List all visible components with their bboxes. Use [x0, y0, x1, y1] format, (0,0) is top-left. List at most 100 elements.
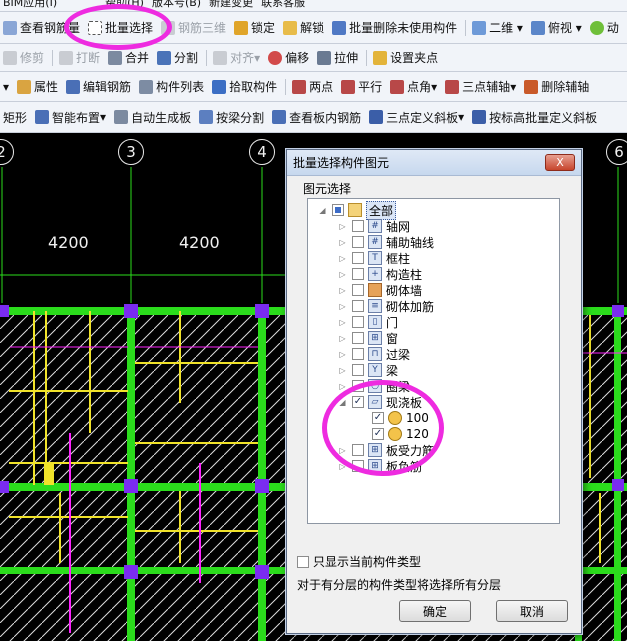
collapse-icon[interactable]: ◢: [318, 206, 327, 215]
unlock-button[interactable]: 解锁: [280, 12, 329, 43]
tree-item-ring-beam[interactable]: ▷ ○ 圈梁: [338, 378, 410, 394]
set-grip-button[interactable]: 设置夹点: [370, 44, 443, 71]
tree-checkbox[interactable]: [352, 236, 364, 248]
menu-help[interactable]: 帮助(H): [102, 0, 149, 8]
trim-button[interactable]: 修剪: [0, 44, 49, 71]
expand-icon[interactable]: ▷: [338, 238, 347, 247]
tree-item-slab[interactable]: ◢ ✓ ▱ 现浇板: [338, 394, 422, 410]
tree-item-beam[interactable]: ▷ Y 梁: [338, 362, 398, 378]
tree-checkbox[interactable]: [352, 300, 364, 312]
expand-icon[interactable]: ▷: [338, 446, 347, 455]
tree-checkbox[interactable]: [352, 252, 364, 264]
tree-item-struct-column[interactable]: ▷ + 构造柱: [338, 266, 422, 282]
tree-checkbox[interactable]: [352, 380, 364, 392]
batch-delete-unused-button[interactable]: 批量删除未使用构件: [329, 12, 462, 43]
menu-new-change[interactable]: 新建变更: [206, 0, 258, 8]
tree-checkbox[interactable]: ✓: [372, 428, 384, 440]
lintel-icon: ⊓: [368, 347, 382, 361]
delete-aux-button[interactable]: 删除辅轴: [521, 72, 594, 101]
point-angle-button[interactable]: 点角 ▾: [387, 72, 442, 101]
expand-icon[interactable]: ▷: [338, 334, 347, 343]
rectangle-button[interactable]: 矩形: [0, 102, 32, 132]
batch-slope-by-elevation-button[interactable]: 按标高批量定义斜板: [469, 102, 602, 132]
menu-contact[interactable]: 联系客服: [258, 0, 310, 8]
expand-icon[interactable]: ▷: [338, 222, 347, 231]
expand-icon[interactable]: ▷: [338, 286, 347, 295]
tree-item-slab-120[interactable]: ✓ 120: [372, 426, 429, 442]
two-point-button[interactable]: 两点: [289, 72, 338, 101]
tree-item-masonry-wall[interactable]: ▷ 砌体墙: [338, 282, 422, 298]
tree-checkbox[interactable]: [352, 364, 364, 376]
dynamic-button[interactable]: 动: [587, 12, 624, 43]
offset-button[interactable]: 偏移: [265, 44, 314, 71]
dimension-label: 4200: [48, 233, 89, 252]
dialog-title-bar[interactable]: 批量选择构件图元: [287, 150, 581, 176]
tree-checkbox[interactable]: [352, 316, 364, 328]
tree-checkbox[interactable]: ✓: [352, 396, 364, 408]
view-top-dropdown[interactable]: 俯视 ▾: [528, 12, 587, 43]
tree-checkbox[interactable]: [352, 268, 364, 280]
tree-checkbox-all[interactable]: [332, 204, 344, 216]
point-angle-icon: [390, 79, 405, 94]
merge-button[interactable]: 合并: [105, 44, 154, 71]
close-button[interactable]: X: [545, 154, 575, 171]
parallel-button[interactable]: 平行: [338, 72, 387, 101]
tree-item-aux-axis[interactable]: ▷ # 辅助轴线: [338, 234, 434, 250]
smart-layout-dropdown[interactable]: 智能布置 ▾: [32, 102, 111, 132]
tree-checkbox[interactable]: [352, 348, 364, 360]
tree-checkbox[interactable]: [352, 460, 364, 472]
tree-item-slab-rebar[interactable]: ▷ ⊞ 板受力筋: [338, 442, 434, 458]
tree-item-slab-100[interactable]: ✓ 100: [372, 410, 429, 426]
view-rebar-button[interactable]: 查看钢筋量: [0, 12, 85, 43]
cancel-button[interactable]: 取消: [496, 600, 568, 622]
expand-icon[interactable]: ▷: [338, 366, 347, 375]
properties-button[interactable]: 属性: [14, 72, 63, 101]
pick-component-button[interactable]: 拾取构件: [209, 72, 282, 101]
expand-icon[interactable]: ▷: [338, 382, 347, 391]
tree-item-frame-column[interactable]: ▷ T 框柱: [338, 250, 410, 266]
tree-checkbox[interactable]: [352, 284, 364, 296]
ok-button[interactable]: 确定: [399, 600, 471, 622]
menu-bim[interactable]: BIM应用(I): [0, 0, 62, 8]
rebar-3d-button[interactable]: 钢筋三维: [158, 12, 231, 43]
component-list-button[interactable]: 构件列表: [136, 72, 209, 101]
view-slab-rebar-button[interactable]: 查看板内钢筋: [269, 102, 366, 132]
edit-rebar-button[interactable]: 编辑钢筋: [63, 72, 136, 101]
tree-checkbox[interactable]: ✓: [372, 412, 384, 424]
batch-select-button[interactable]: 批量选择: [85, 12, 158, 43]
tree-item-neg-rebar[interactable]: ▷ ⊞ 板负筋: [338, 458, 422, 474]
tree-item-grid[interactable]: ▷ # 轴网: [338, 218, 410, 234]
tree-item-masonry-rebar[interactable]: ▷ ≡ 砌体加筋: [338, 298, 434, 314]
expand-icon[interactable]: ▷: [338, 318, 347, 327]
auto-generate-slab-button[interactable]: 自动生成板: [111, 102, 196, 132]
tree-item-lintel[interactable]: ▷ ⊓ 过梁: [338, 346, 410, 362]
only-current-option[interactable]: 只显示当前构件类型: [297, 553, 421, 570]
lock-icon: [234, 20, 249, 35]
collapse-icon[interactable]: ◢: [338, 398, 347, 407]
tree-item-door[interactable]: ▷ ▯ 门: [338, 314, 398, 330]
only-current-checkbox[interactable]: [297, 555, 309, 568]
break-button[interactable]: 打断: [56, 44, 105, 71]
tree-checkbox[interactable]: [352, 332, 364, 344]
tree-checkbox[interactable]: [352, 220, 364, 232]
tree-item-window[interactable]: ▷ ⊞ 窗: [338, 330, 398, 346]
expand-icon[interactable]: ▷: [338, 254, 347, 263]
lock-button[interactable]: 锁定: [231, 12, 280, 43]
expand-icon[interactable]: ▷: [338, 350, 347, 359]
three-point-aux-button[interactable]: 三点辅轴 ▾: [442, 72, 521, 101]
menu-version[interactable]: 版本号(B): [149, 0, 206, 8]
expand-icon[interactable]: ▷: [338, 270, 347, 279]
component-tree[interactable]: ◢ 全部 ▷ # 轴网 ▷ # 辅助轴线 ▷ T 框柱 ▷ + 构造柱 ▷ 砌体…: [307, 198, 560, 524]
expand-icon[interactable]: ▷: [338, 462, 347, 471]
expand-icon[interactable]: ▷: [338, 302, 347, 311]
align-dropdown[interactable]: 对齐 ▾: [210, 44, 265, 71]
three-point-slope-dropdown[interactable]: 三点定义斜板 ▾: [366, 102, 469, 132]
view-2d-dropdown[interactable]: 二维 ▾: [469, 12, 528, 43]
split-by-beam-button[interactable]: 按梁分割: [196, 102, 269, 132]
tree-checkbox[interactable]: [352, 444, 364, 456]
dynamic-icon: [589, 20, 604, 35]
stretch-button[interactable]: 拉伸: [314, 44, 363, 71]
split-button[interactable]: 分割: [154, 44, 203, 71]
more-arrow[interactable]: ▾: [0, 72, 14, 101]
tree-root[interactable]: ◢ 全部: [318, 200, 397, 220]
